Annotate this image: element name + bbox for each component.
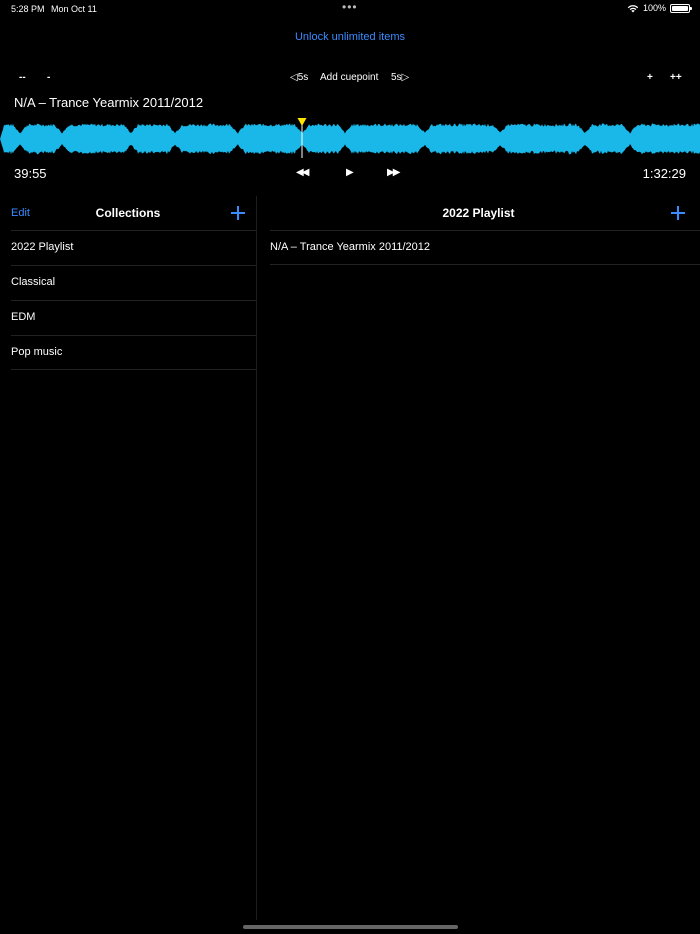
collections-panel: Edit Collections 2022 Playlist Classical… [0,196,256,920]
fast-forward-icon[interactable]: ▶▶ [387,167,400,178]
collection-item-pop-music[interactable]: Pop music [11,335,256,370]
home-indicator[interactable] [243,925,458,929]
zoom-in-button[interactable]: + [647,72,653,83]
status-bar: 5:28 PM Mon Oct 11 ••• 100% [0,0,700,18]
collection-item-edm[interactable]: EDM [11,300,256,335]
playhead-marker-icon[interactable] [297,118,307,126]
back-5s-button[interactable]: ◁5s [290,72,308,83]
forward-5s-button[interactable]: 5s▷ [391,72,409,83]
zoom-in-more-button[interactable]: ++ [670,72,682,83]
add-track-icon[interactable] [671,206,685,220]
status-date: Mon Oct 11 [51,4,97,14]
waveform-shape [0,123,700,155]
add-collection-icon[interactable] [231,206,245,220]
track-item[interactable]: N/A – Trance Yearmix 2011/2012 [270,230,700,265]
zoom-out-button[interactable]: - [47,72,50,83]
waveform-scrubber[interactable] [0,118,700,160]
rewind-icon[interactable]: ◀◀ [296,167,309,178]
zoom-out-more-button[interactable]: -- [19,72,26,83]
battery-icon [670,3,692,13]
status-time: 5:28 PM [11,4,45,14]
add-cuepoint-button[interactable]: Add cuepoint [320,72,378,83]
unlock-unlimited-link[interactable]: Unlock unlimited items [0,31,700,43]
wifi-icon [627,4,639,12]
playlist-title: 2022 Playlist [442,206,515,220]
play-icon[interactable]: ▶ [346,167,354,178]
track-list: N/A – Trance Yearmix 2011/2012 [270,230,700,265]
cue-toolbar: -- - ◁5s Add cuepoint 5s▷ + ++ [0,72,700,88]
total-time: 1:32:29 [642,166,686,181]
collections-title: Collections [95,206,161,220]
collection-item-classical[interactable]: Classical [11,265,256,300]
status-right: 100% [627,3,692,13]
multitasking-dots-icon[interactable]: ••• [342,0,358,14]
collections-list: 2022 Playlist Classical EDM Pop music [11,230,256,370]
app-root: 5:28 PM Mon Oct 11 ••• 100% Unlock unlim… [0,0,700,934]
battery-percent: 100% [642,3,666,13]
transport-controls: ◀◀ ▶ ▶▶ [0,167,700,183]
collections-header: Edit Collections [0,196,256,230]
now-playing-title: N/A – Trance Yearmix 2011/2012 [14,95,204,110]
playlist-panel: 2022 Playlist N/A – Trance Yearmix 2011/… [257,196,700,920]
collection-item-2022-playlist[interactable]: 2022 Playlist [11,230,256,265]
